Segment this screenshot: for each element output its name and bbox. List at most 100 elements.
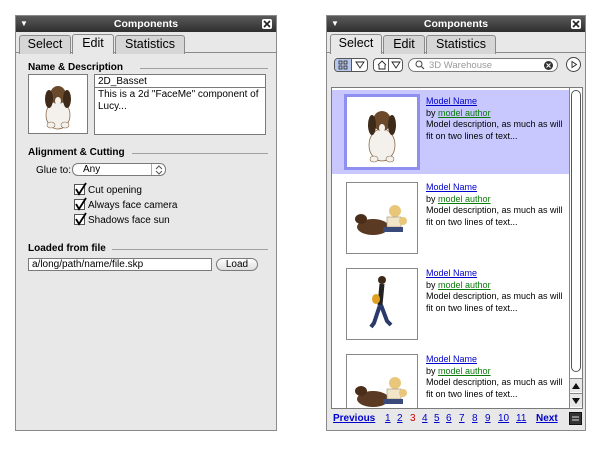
kids-dog-icon xyxy=(355,205,407,235)
file-path-field[interactable]: a/long/path/name/file.skp xyxy=(28,258,212,271)
title-bar: ▼ Components xyxy=(327,16,585,32)
tab-bar: Select Edit Statistics xyxy=(327,32,585,54)
model-description: Model description, as much as will fit o… xyxy=(426,377,563,399)
page-link[interactable]: 4 xyxy=(422,413,428,424)
search-field[interactable]: 3D Warehouse xyxy=(408,58,558,72)
load-button[interactable]: Load xyxy=(216,258,258,271)
vertical-scrollbar[interactable] xyxy=(569,88,582,408)
title-bar: ▼ Components xyxy=(16,16,276,32)
cut-opening-checkbox[interactable] xyxy=(74,182,87,196)
tab-edit[interactable]: Edit xyxy=(383,35,425,54)
model-info: Model Name by model author Model descrip… xyxy=(426,182,566,228)
kids-dog-icon xyxy=(355,377,407,407)
page-link[interactable]: 9 xyxy=(485,413,491,424)
cut-opening-label: Cut opening xyxy=(88,185,142,196)
collapse-triangle-icon[interactable]: ▼ xyxy=(20,16,28,32)
loaded-from-file-heading: Loaded from file xyxy=(28,243,106,254)
close-icon[interactable] xyxy=(571,19,581,29)
list-item[interactable]: Model Name by model author Model descrip… xyxy=(332,90,570,174)
model-author-link[interactable]: model author xyxy=(438,108,491,118)
page-link[interactable]: 11 xyxy=(516,413,526,424)
model-name-link[interactable]: Model Name xyxy=(426,182,477,192)
by-label: by xyxy=(426,365,436,376)
glue-to-select[interactable]: Any xyxy=(72,163,166,176)
name-description-heading: Name & Description xyxy=(28,62,124,73)
previous-page-link[interactable]: Previous xyxy=(333,413,375,424)
components-select-panel: ▼ Components Select Edit Statistics 3D W… xyxy=(326,15,586,431)
model-thumbnail[interactable] xyxy=(346,182,418,254)
tab-statistics[interactable]: Statistics xyxy=(115,35,185,54)
shadows-face-sun-label: Shadows face sun xyxy=(88,215,170,226)
glue-to-value: Any xyxy=(83,164,101,175)
current-page: 3 xyxy=(410,413,416,424)
navigation-control[interactable] xyxy=(373,58,403,72)
section-divider xyxy=(112,249,268,250)
next-page-link[interactable]: Next xyxy=(536,413,558,424)
dog-icon xyxy=(368,111,396,163)
model-thumbnail[interactable] xyxy=(346,354,418,408)
model-thumbnail[interactable] xyxy=(344,94,420,170)
model-description: Model description, as much as will fit o… xyxy=(426,119,563,141)
by-label: by xyxy=(426,279,436,290)
search-placeholder: 3D Warehouse xyxy=(429,60,493,71)
page-link[interactable]: 7 xyxy=(459,413,465,424)
model-name-link[interactable]: Model Name xyxy=(426,354,477,364)
model-info: Model Name by model author Model descrip… xyxy=(426,96,566,142)
clear-search-icon[interactable] xyxy=(543,60,554,74)
list-item[interactable]: Model Name by model author Model descrip… xyxy=(332,348,570,408)
page-link[interactable]: 8 xyxy=(472,413,478,424)
component-description-field[interactable]: This is a 2d "FaceMe" component of Lucy.… xyxy=(94,87,266,135)
tab-edit[interactable]: Edit xyxy=(72,34,114,54)
alignment-cutting-heading: Alignment & Cutting xyxy=(28,147,125,158)
results-list[interactable]: Model Name by model author Model descrip… xyxy=(331,87,583,409)
model-description: Model description, as much as will fit o… xyxy=(426,205,563,227)
always-face-camera-label: Always face camera xyxy=(88,200,178,211)
model-info: Model Name by model author Model descrip… xyxy=(426,354,566,400)
grid-view-icon[interactable] xyxy=(335,59,352,71)
scroll-up-icon[interactable] xyxy=(570,378,582,392)
components-edit-panel: ▼ Components Select Edit Statistics Name… xyxy=(15,15,277,431)
scrollbar-thumb[interactable] xyxy=(571,90,581,372)
section-divider xyxy=(132,153,268,154)
navigation-dropdown-icon[interactable] xyxy=(389,59,403,71)
glue-to-label: Glue to: xyxy=(36,165,72,176)
component-name-field[interactable]: 2D_Basset xyxy=(94,74,266,88)
page-link[interactable]: 1 xyxy=(385,413,391,424)
details-arrow-icon[interactable] xyxy=(566,57,581,72)
list-item[interactable]: Model Name by model author Model descrip… xyxy=(332,176,570,260)
scroll-down-icon[interactable] xyxy=(570,393,582,407)
model-thumbnail[interactable] xyxy=(346,268,418,340)
page-link[interactable]: 2 xyxy=(397,413,403,424)
always-face-camera-checkbox[interactable] xyxy=(74,197,87,211)
tab-statistics[interactable]: Statistics xyxy=(426,35,496,54)
dog-icon xyxy=(45,86,71,130)
tab-bar: Select Edit Statistics xyxy=(16,32,276,54)
component-thumbnail xyxy=(28,74,88,134)
model-name-link[interactable]: Model Name xyxy=(426,96,477,106)
home-icon[interactable] xyxy=(375,59,389,71)
close-icon[interactable] xyxy=(262,19,272,29)
model-name-link[interactable]: Model Name xyxy=(426,268,477,278)
view-dropdown-icon[interactable] xyxy=(353,59,367,71)
panel-title: Components xyxy=(113,18,179,30)
list-item[interactable]: Model Name by model author Model descrip… xyxy=(332,262,570,346)
panel-title: Components xyxy=(423,18,489,30)
model-description: Model description, as much as will fit o… xyxy=(426,291,563,313)
model-author-link[interactable]: model author xyxy=(438,280,491,290)
tab-select[interactable]: Select xyxy=(19,35,71,54)
collapse-triangle-icon[interactable]: ▼ xyxy=(331,16,339,32)
model-author-link[interactable]: model author xyxy=(438,366,491,376)
model-info: Model Name by model author Model descrip… xyxy=(426,268,566,314)
page-link[interactable]: 6 xyxy=(446,413,452,424)
tab-select[interactable]: Select xyxy=(330,34,382,54)
walking-person-icon xyxy=(369,276,393,329)
page-link[interactable]: 5 xyxy=(434,413,440,424)
view-mode-control[interactable] xyxy=(334,58,368,72)
model-author-link[interactable]: model author xyxy=(438,194,491,204)
shadows-face-sun-checkbox[interactable] xyxy=(74,212,87,226)
page-link[interactable]: 10 xyxy=(498,413,509,424)
section-divider xyxy=(140,68,268,69)
resize-grip-icon[interactable] xyxy=(569,412,582,425)
search-icon xyxy=(414,59,426,74)
by-label: by xyxy=(426,193,436,204)
